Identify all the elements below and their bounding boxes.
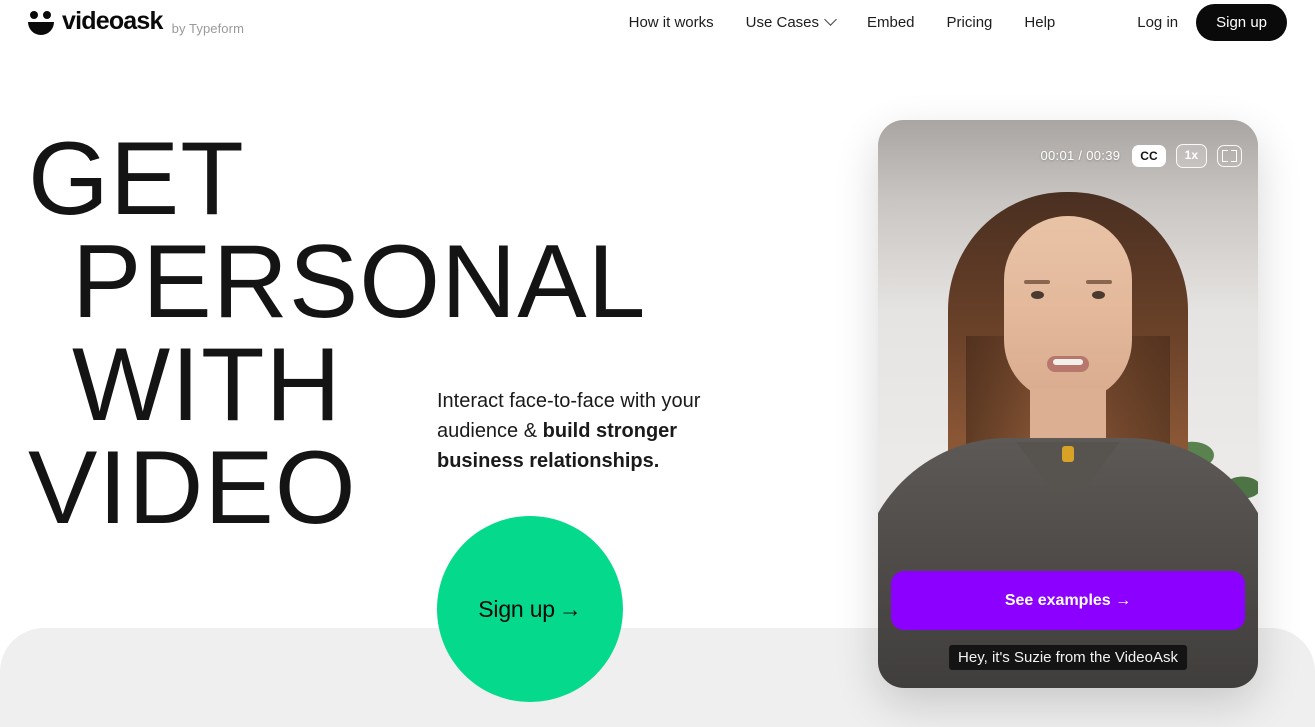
page-title: GET PERSONAL WITH VIDEO	[0, 121, 647, 540]
person-face	[1004, 216, 1132, 402]
site-header: videoask by Typeform How it works Use Ca…	[0, 0, 1315, 45]
hero-title-line-2: PERSONAL	[72, 224, 647, 340]
person-necklace	[1062, 446, 1074, 462]
signup-button[interactable]: Sign up	[1196, 4, 1287, 41]
brand-logo[interactable]: videoask	[28, 7, 163, 36]
person-mouth	[1047, 356, 1089, 372]
nav-item-label: Pricing	[946, 14, 993, 31]
nav-item-help[interactable]: Help	[1024, 15, 1055, 30]
nav-item-label: Use Cases	[745, 14, 819, 31]
nav-item-use-cases[interactable]: Use Cases	[745, 13, 837, 31]
fullscreen-icon[interactable]	[1217, 144, 1242, 167]
chevron-down-icon	[824, 13, 837, 26]
brand[interactable]: videoask by Typeform	[28, 9, 244, 36]
hero-description: Interact face-to-face with your audience…	[437, 386, 757, 476]
landing-page: videoask by Typeform How it works Use Ca…	[0, 0, 1315, 727]
header-actions: Log in Sign up	[1137, 4, 1287, 41]
closed-captions-button[interactable]: CC	[1132, 144, 1166, 167]
nav-item-pricing[interactable]: Pricing	[947, 15, 993, 30]
signup-circle-label: Sign up →	[478, 595, 582, 623]
video-caption: Hey, it's Suzie from the VideoAsk	[949, 645, 1187, 670]
nav-item-label: Help	[1024, 14, 1056, 31]
brand-name: videoask	[62, 7, 163, 36]
person-eyes	[1025, 291, 1111, 300]
smiley-face-icon	[28, 10, 54, 35]
see-examples-button[interactable]: See examples →	[891, 571, 1245, 630]
login-link[interactable]: Log in	[1137, 14, 1178, 31]
nav-item-label: Embed	[867, 14, 915, 31]
hero-title-line-1: GET	[28, 121, 245, 237]
main-nav: How it works Use Cases Embed Pricing Hel…	[629, 13, 1055, 31]
video-card[interactable]: 00:01 / 00:39 CC 1x See examples → Hey, …	[878, 120, 1258, 688]
arrow-right-icon: →	[558, 595, 582, 622]
nav-item-label: How it works	[628, 14, 714, 31]
brand-byline: by Typeform	[171, 20, 244, 36]
nav-item-how-it-works[interactable]: How it works	[629, 15, 714, 30]
signup-circle-text: Sign up	[478, 595, 555, 622]
nav-item-embed[interactable]: Embed	[867, 15, 915, 30]
person-brows	[1022, 280, 1114, 285]
video-controls: 00:01 / 00:39 CC 1x	[1040, 144, 1242, 168]
playback-speed-button[interactable]: 1x	[1175, 144, 1207, 168]
signup-circle-button[interactable]: Sign up →	[437, 516, 623, 702]
video-timestamp: 00:01 / 00:39	[1040, 148, 1121, 164]
